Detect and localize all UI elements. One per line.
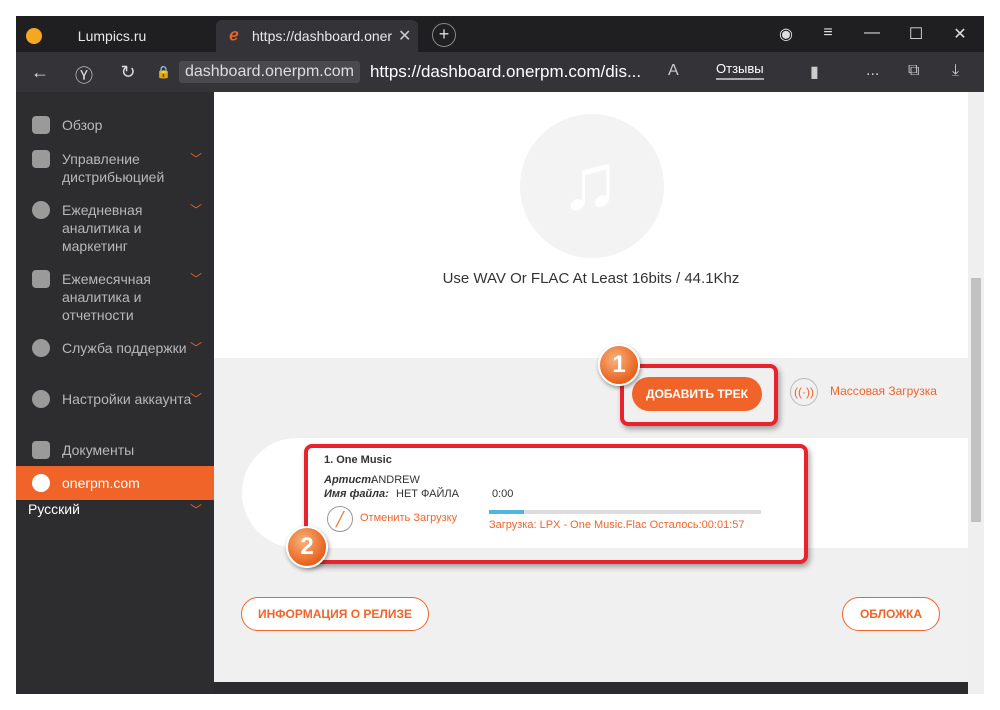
maximize-icon[interactable]: ☐ bbox=[906, 24, 926, 44]
sidebar-item-label: Служба поддержки bbox=[62, 340, 187, 356]
lock-icon: 🔒 bbox=[156, 65, 171, 79]
sidebar-item-label: Обзор bbox=[62, 117, 103, 133]
url-host: dashboard.onerpm.com bbox=[178, 61, 360, 83]
tab-lumpics[interactable]: Lumpics.ru bbox=[16, 20, 216, 52]
yandex-icon[interactable]: Ⓨ bbox=[73, 62, 95, 88]
minimize-icon[interactable]: — bbox=[862, 24, 882, 42]
antenna-icon[interactable]: ((·)) bbox=[790, 378, 818, 406]
close-window-icon[interactable]: ✕ bbox=[950, 24, 970, 44]
new-tab-button[interactable]: + bbox=[432, 23, 456, 47]
main-content: ♫ Use WAV Or FLAC At Least 16bits / 44.1… bbox=[214, 92, 968, 682]
sidebar-item-onerpm[interactable]: onerpm.com bbox=[16, 466, 214, 500]
sidebar: Обзор Управление дистрибьюцией ﹀ Ежеднев… bbox=[16, 92, 214, 694]
sidebar-item-label: Ежемесячная аналитика и отчетности bbox=[62, 271, 151, 323]
url-field[interactable]: 🔒 dashboard.onerpm.com https://dashboard… bbox=[156, 59, 776, 85]
more-button[interactable]: ... bbox=[866, 62, 879, 80]
gear-icon bbox=[32, 390, 50, 408]
sidebar-item-label: Ежедневная аналитика и маркетинг bbox=[62, 202, 143, 254]
tab-title: Lumpics.ru bbox=[77, 28, 147, 44]
chevron-down-icon: ﹀ bbox=[190, 203, 203, 217]
bookmark-icon[interactable]: ▮ bbox=[810, 62, 819, 82]
dashboard-icon bbox=[32, 116, 50, 134]
chevron-down-icon: ﹀ bbox=[190, 272, 203, 286]
bottom-bar bbox=[214, 682, 968, 694]
profile-avatar-icon[interactable]: ◉ bbox=[776, 24, 796, 44]
chevron-down-icon: ﹀ bbox=[190, 341, 203, 355]
onerpm-favicon-icon: ℯ bbox=[229, 27, 239, 44]
sidebar-item-label: onerpm.com bbox=[62, 475, 140, 491]
back-arrow-icon[interactable]: ← bbox=[29, 62, 51, 83]
language-selector[interactable]: Русский bbox=[28, 501, 80, 517]
scrollbar-thumb[interactable] bbox=[971, 278, 981, 522]
sidebar-item-label: Документы bbox=[62, 442, 135, 458]
format-hint: Use WAV Or FLAC At Least 16bits / 44.1Kh… bbox=[442, 270, 740, 287]
reload-icon[interactable]: ↻ bbox=[117, 62, 139, 83]
browser-window: Lumpics.ru ℯ https://dashboard.onerpm.co… bbox=[16, 16, 984, 694]
tab-bar: Lumpics.ru ℯ https://dashboard.onerpm.co… bbox=[16, 16, 984, 52]
download-icon[interactable]: ⤓ bbox=[952, 62, 959, 80]
chevron-down-icon: ﹀ bbox=[190, 392, 203, 406]
chevron-down-icon: ﹀ bbox=[190, 152, 203, 166]
close-tab-icon[interactable]: ✕ bbox=[398, 26, 411, 46]
chevron-down-icon: ﹀ bbox=[190, 503, 203, 517]
tab-title: https://dashboard.onerpm.com/distributio… bbox=[252, 28, 392, 44]
sidebar-item-label: Настройки аккаунта bbox=[62, 391, 192, 407]
extensions-icon[interactable]: ⧉ bbox=[908, 62, 919, 80]
coins-icon bbox=[32, 270, 50, 288]
highlight-add-track bbox=[620, 364, 778, 426]
step-badge-2: 2 bbox=[286, 526, 328, 568]
translate-icon[interactable]: A bbox=[668, 62, 679, 80]
step-badge-1: 1 bbox=[598, 344, 640, 386]
bulk-upload-link[interactable]: Массовая Загрузка bbox=[830, 384, 937, 398]
lumpics-favicon-icon bbox=[26, 28, 42, 44]
distribution-icon bbox=[32, 150, 50, 168]
highlight-track-card bbox=[304, 444, 808, 564]
address-bar: ← Ⓨ ↻ 🔒 dashboard.onerpm.com https://das… bbox=[16, 52, 984, 92]
scrollbar[interactable] bbox=[968, 92, 984, 694]
tab-onerpm[interactable]: ℯ https://dashboard.onerpm.com/distribut… bbox=[216, 20, 418, 52]
cover-button[interactable]: ОБЛОЖКА bbox=[842, 597, 940, 631]
globe-icon bbox=[32, 474, 50, 492]
lifebuoy-icon bbox=[32, 339, 50, 357]
menu-icon[interactable]: ≡ bbox=[818, 24, 838, 42]
reviews-button[interactable]: Отзывы bbox=[716, 61, 764, 80]
gavel-icon bbox=[32, 441, 50, 459]
url-text: https://dashboard.onerpm.com/dis... bbox=[369, 62, 642, 81]
music-note-icon: ♫ bbox=[520, 114, 664, 258]
target-icon bbox=[32, 201, 50, 219]
sidebar-item-label: Управление дистрибьюцией bbox=[62, 151, 165, 185]
release-info-button[interactable]: ИНФОРМАЦИЯ О РЕЛИЗЕ bbox=[241, 597, 429, 631]
